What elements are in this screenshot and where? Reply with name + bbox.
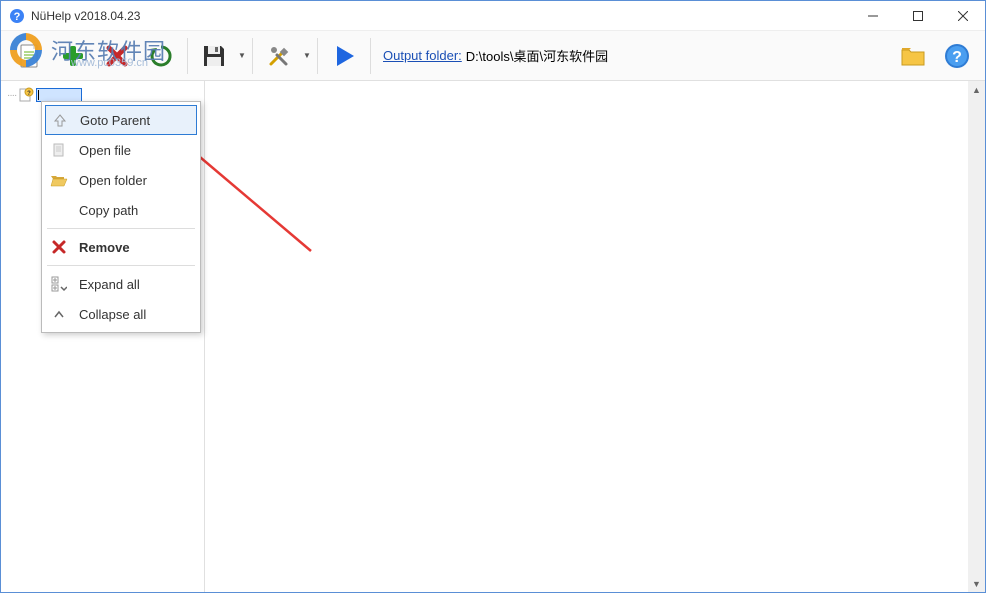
menu-goto-parent[interactable]: Goto Parent — [45, 105, 197, 135]
svg-text:?: ? — [14, 11, 21, 23]
app-icon: ? — [9, 8, 25, 24]
collapse-icon — [47, 302, 71, 326]
window-title: NüHelp v2018.04.23 — [31, 9, 140, 23]
remove-icon — [47, 235, 71, 259]
help-node-icon: ? — [18, 87, 34, 103]
menu-item-label: Remove — [79, 240, 130, 255]
add-button[interactable] — [51, 34, 95, 78]
scroll-down-arrow[interactable]: ▼ — [968, 575, 985, 592]
browse-folder-button[interactable] — [891, 34, 935, 78]
settings-dropdown-arrow[interactable]: ▼ — [301, 51, 313, 60]
toolbar-separator — [317, 38, 318, 74]
up-icon — [48, 108, 72, 132]
file-icon — [47, 138, 71, 162]
toolbar: ▼ ▼ Output folder: D:\tools\桌面\河东软件园 ? — [1, 31, 985, 81]
expand-icon — [47, 272, 71, 296]
tree-connector: ···· — [7, 90, 16, 101]
menu-item-label: Expand all — [79, 277, 140, 292]
menu-separator — [47, 228, 195, 229]
tree-edit-caret[interactable] — [36, 88, 82, 102]
svg-text:?: ? — [952, 49, 962, 66]
menu-remove[interactable]: Remove — [45, 232, 197, 262]
vertical-scrollbar[interactable]: ▲ ▼ — [968, 81, 985, 592]
output-folder-label[interactable]: Output folder: — [383, 48, 462, 63]
blank-icon — [47, 198, 71, 222]
menu-open-file[interactable]: Open file — [45, 135, 197, 165]
menu-expand-all[interactable]: Expand all — [45, 269, 197, 299]
minimize-button[interactable] — [850, 1, 895, 31]
toolbar-separator — [187, 38, 188, 74]
menu-item-label: Open file — [79, 143, 131, 158]
save-dropdown-arrow[interactable]: ▼ — [236, 51, 248, 60]
context-menu: Goto Parent Open file Open folder Copy p… — [41, 101, 201, 333]
folder-open-icon — [47, 168, 71, 192]
settings-button[interactable] — [257, 34, 301, 78]
save-button[interactable] — [192, 34, 236, 78]
menu-item-label: Copy path — [79, 203, 138, 218]
menu-item-label: Collapse all — [79, 307, 146, 322]
menu-item-label: Goto Parent — [80, 113, 150, 128]
menu-open-folder[interactable]: Open folder — [45, 165, 197, 195]
menu-item-label: Open folder — [79, 173, 147, 188]
menu-separator — [47, 265, 195, 266]
menu-copy-path[interactable]: Copy path — [45, 195, 197, 225]
menu-collapse-all[interactable]: Collapse all — [45, 299, 197, 329]
help-button[interactable]: ? — [935, 34, 979, 78]
new-doc-button[interactable] — [7, 34, 51, 78]
run-button[interactable] — [322, 34, 366, 78]
toolbar-separator — [252, 38, 253, 74]
titlebar: ? NüHelp v2018.04.23 — [1, 1, 985, 31]
refresh-button[interactable] — [139, 34, 183, 78]
delete-button[interactable] — [95, 34, 139, 78]
close-button[interactable] — [940, 1, 985, 31]
main-panel: ▲ ▼ — [205, 81, 985, 592]
output-folder-path: D:\tools\桌面\河东软件园 — [466, 46, 608, 65]
maximize-button[interactable] — [895, 1, 940, 31]
scroll-up-arrow[interactable]: ▲ — [968, 81, 985, 98]
toolbar-separator — [370, 38, 371, 74]
svg-text:?: ? — [27, 91, 31, 97]
